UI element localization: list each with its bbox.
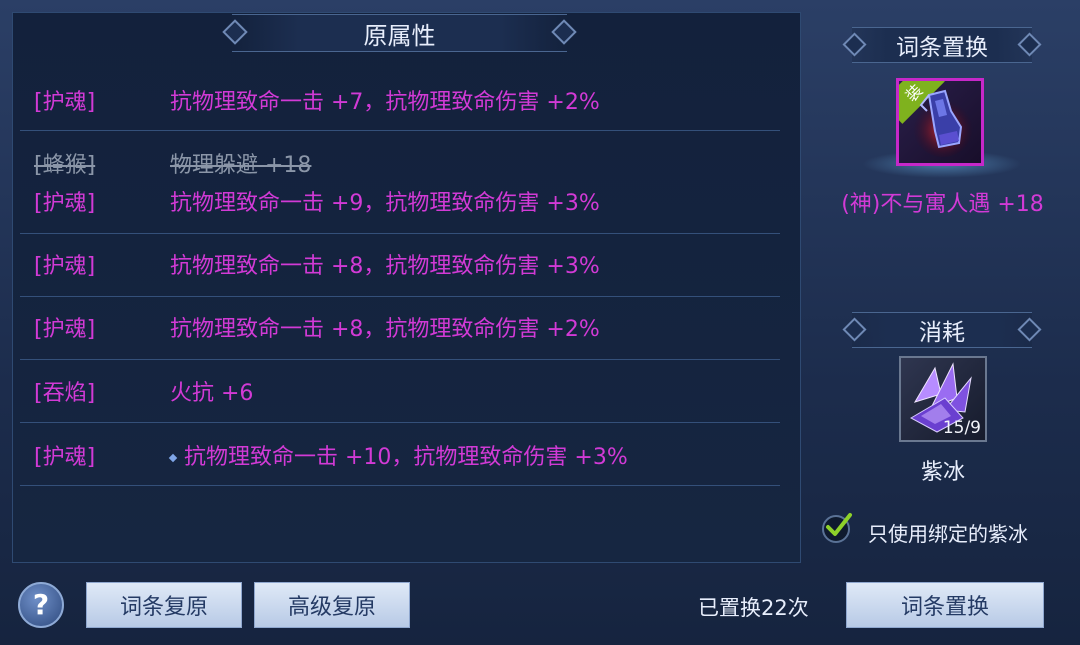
banner-ornament-icon <box>1017 32 1042 57</box>
attribute-tag: [护魂] <box>34 254 96 279</box>
attribute-row[interactable]: [吞焰] 火抗 +6 <box>20 360 780 423</box>
attribute-text: 抗物理致命一击 +7，抗物理致命伤害 +2% <box>170 90 600 115</box>
item-count: 15/9 <box>942 418 981 438</box>
panel-title: 原属性 <box>363 21 436 50</box>
attribute-text: 抗物理致命一击 +8，抗物理致命伤害 +2% <box>170 317 600 342</box>
replace-title-banner: 词条置换 <box>842 27 1042 63</box>
attribute-text: 火抗 +6 <box>170 381 254 406</box>
bound-only-checkbox[interactable] <box>822 513 852 543</box>
replace-count-text: 已置换22次 <box>698 596 809 620</box>
attribute-text-selected: 抗物理致命一击 +10，抗物理致命伤害 +3% <box>168 439 628 471</box>
panel-title-banner: 原属性 <box>222 14 577 52</box>
attribute-row[interactable]: [护魂] 抗物理致命一击 +8，抗物理致命伤害 +2% <box>20 297 780 360</box>
checkbox-label[interactable]: 只使用绑定的紫冰 <box>868 518 1028 547</box>
advanced-restore-button[interactable]: 高级复原 <box>254 582 410 628</box>
attribute-row-replaced[interactable]: [蜂猴] 物理躲避 +18 [护魂] 抗物理致命一击 +9，抗物理致命伤害 +3… <box>20 131 780 234</box>
attribute-row[interactable]: [护魂] 抗物理致命一击 +7，抗物理致命伤害 +2% <box>20 68 780 131</box>
replace-button[interactable]: 词条置换 <box>846 582 1044 628</box>
attribute-tag: [护魂] <box>34 445 96 470</box>
boots-icon <box>913 89 973 157</box>
consume-item-slot[interactable]: 15/9 <box>899 356 987 442</box>
attribute-tag: [吞焰] <box>34 381 96 406</box>
checkmark-icon <box>826 513 852 536</box>
refine-window: 原属性 [护魂] 抗物理致命一击 +7，抗物理致命伤害 +2% [蜂猴] 物理躲… <box>0 0 1080 645</box>
equipment-name: (神)不与寓人遇 +18 <box>841 192 1044 217</box>
attribute-text: 抗物理致命一击 +8，抗物理致命伤害 +3% <box>170 254 600 279</box>
selected-diamond-icon <box>168 453 178 463</box>
attribute-text: 抗物理致命一击 +10，抗物理致命伤害 +3% <box>184 445 628 470</box>
consume-title: 消耗 <box>919 320 965 346</box>
item-name: 紫冰 <box>920 460 965 485</box>
old-attribute-tag: [蜂猴] <box>34 153 96 178</box>
equipment-slot[interactable]: 装 <box>896 78 984 166</box>
banner-ornament-icon <box>842 317 867 342</box>
banner-ornament-icon <box>842 32 867 57</box>
attribute-tag: [护魂] <box>34 191 96 216</box>
old-attribute-text: 物理躲避 +18 <box>170 153 312 178</box>
attribute-tag: [护魂] <box>34 90 96 115</box>
replace-title: 词条置换 <box>896 35 988 61</box>
help-button[interactable]: ? <box>18 582 64 628</box>
banner-ornament-icon <box>1017 317 1042 342</box>
attribute-row[interactable]: [护魂] 抗物理致命一击 +8，抗物理致命伤害 +3% <box>20 234 780 297</box>
consume-title-banner: 消耗 <box>842 312 1042 348</box>
attribute-text: 抗物理致命一击 +9，抗物理致命伤害 +3% <box>170 191 600 216</box>
attribute-row[interactable]: [护魂] 抗物理致命一击 +10，抗物理致命伤害 +3% <box>20 423 780 486</box>
restore-button[interactable]: 词条复原 <box>86 582 242 628</box>
attribute-tag: [护魂] <box>34 317 96 342</box>
